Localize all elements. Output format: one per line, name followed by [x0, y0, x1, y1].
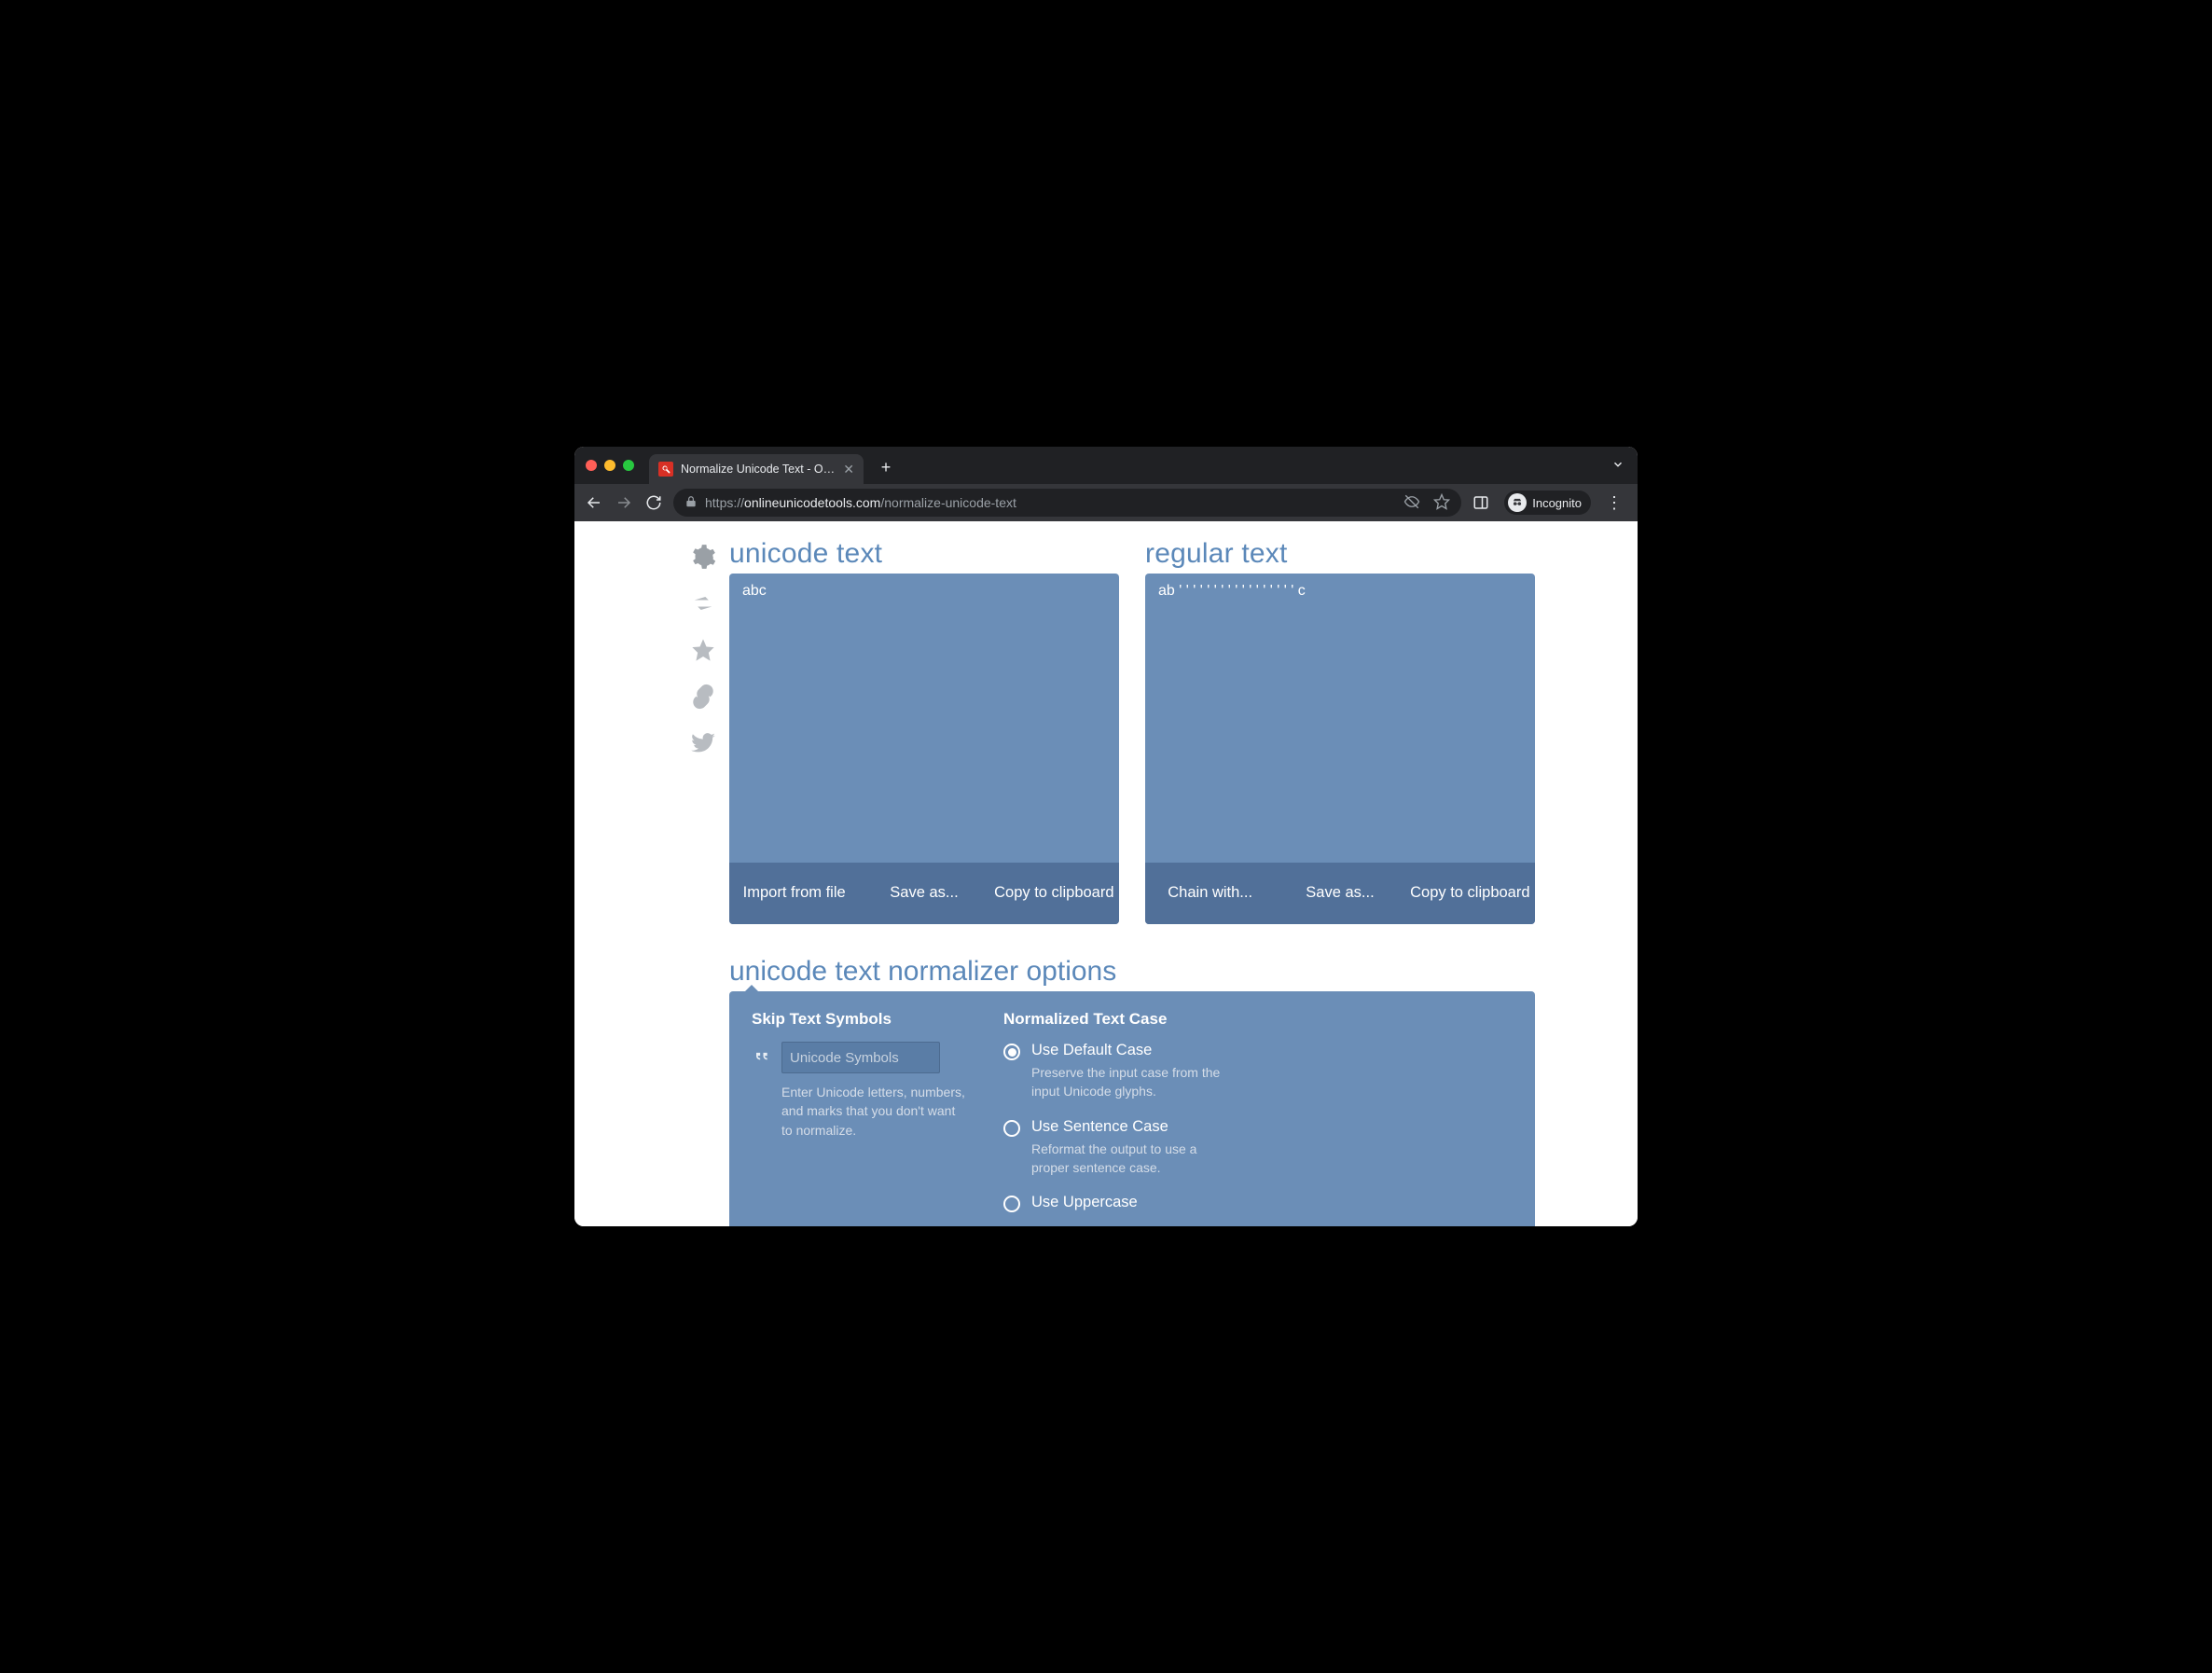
skip-symbols-input[interactable] [781, 1042, 940, 1073]
close-window-button[interactable] [586, 460, 597, 471]
output-panel-block: regular text ab ' ' ' ' ' ' ' ' ' ' ' ' … [1145, 538, 1535, 924]
radio-uppercase[interactable]: Use Uppercase [1003, 1194, 1513, 1212]
incognito-badge[interactable]: Incognito [1504, 491, 1591, 515]
output-panel: ab ' ' ' ' ' ' ' ' ' ' ' ' ' ' ' ' ' c C… [1145, 574, 1535, 924]
panel-icon[interactable] [1471, 492, 1491, 513]
window-controls [586, 460, 634, 471]
skip-description: Enter Unicode letters, numbers, and mark… [781, 1083, 966, 1140]
radio-label: Use Default Case [1031, 1042, 1227, 1059]
star-icon[interactable] [1433, 493, 1450, 513]
url-text: https://onlineunicodetools.com/normalize… [705, 495, 1016, 510]
radio-default-case[interactable]: Use Default Case Preserve the input case… [1003, 1042, 1513, 1101]
forward-button[interactable] [614, 492, 634, 513]
chain-with-button[interactable]: Chain with... [1145, 863, 1275, 924]
copy-to-clipboard-button[interactable]: Copy to clipboard [1405, 863, 1535, 924]
radio-description: Reformat the output to use a proper sent… [1031, 1140, 1227, 1178]
browser-toolbar: https://onlineunicodetools.com/normalize… [574, 484, 1638, 521]
output-actions: Chain with... Save as... Copy to clipboa… [1145, 863, 1535, 924]
input-textarea[interactable]: abc [729, 574, 1119, 863]
radio-label: Use Uppercase [1031, 1194, 1138, 1211]
minimize-window-button[interactable] [604, 460, 615, 471]
address-bar[interactable]: https://onlineunicodetools.com/normalize… [673, 489, 1461, 517]
output-textarea[interactable]: ab ' ' ' ' ' ' ' ' ' ' ' ' ' ' ' ' ' c [1145, 574, 1535, 863]
close-tab-icon[interactable]: ✕ [843, 462, 854, 477]
output-panel-title: regular text [1145, 538, 1535, 570]
copy-to-clipboard-button[interactable]: Copy to clipboard [989, 863, 1119, 924]
wrench-icon [658, 462, 673, 477]
input-panel-block: unicode text abc Import from file Save a… [729, 538, 1119, 924]
side-toolbar [677, 538, 729, 1226]
star-icon[interactable] [690, 637, 716, 663]
options-panel: Skip Text Symbols Enter Unicode letters,… [729, 991, 1535, 1226]
gear-icon[interactable] [690, 544, 716, 570]
new-tab-button[interactable]: + [873, 454, 899, 480]
options-title: unicode text normalizer options [729, 956, 1535, 988]
radio-label: Use Sentence Case [1031, 1118, 1227, 1136]
incognito-label: Incognito [1532, 496, 1582, 510]
skip-heading: Skip Text Symbols [752, 1010, 966, 1029]
skip-symbols-column: Skip Text Symbols Enter Unicode letters,… [752, 1010, 966, 1212]
eye-off-icon[interactable] [1403, 493, 1420, 513]
swap-icon[interactable] [690, 590, 716, 616]
tab-title: Normalize Unicode Text - Onlin [681, 463, 836, 476]
browser-window: Normalize Unicode Text - Onlin ✕ + https… [574, 447, 1638, 1226]
radio-sentence-case[interactable]: Use Sentence Case Reformat the output to… [1003, 1118, 1513, 1178]
link-icon[interactable] [690, 684, 716, 710]
page-content: unicode text abc Import from file Save a… [574, 521, 1638, 1226]
chevron-down-icon[interactable] [1611, 458, 1624, 476]
reload-button[interactable] [643, 492, 664, 513]
import-from-file-button[interactable]: Import from file [729, 863, 859, 924]
lock-icon [684, 495, 698, 511]
incognito-icon [1508, 493, 1527, 512]
browser-tab[interactable]: Normalize Unicode Text - Onlin ✕ [649, 454, 864, 484]
maximize-window-button[interactable] [623, 460, 634, 471]
save-as-button[interactable]: Save as... [859, 863, 988, 924]
twitter-icon[interactable] [690, 730, 716, 756]
back-button[interactable] [584, 492, 604, 513]
input-actions: Import from file Save as... Copy to clip… [729, 863, 1119, 924]
radio-icon [1003, 1120, 1020, 1137]
radio-description: Preserve the input case from the input U… [1031, 1063, 1227, 1101]
radio-icon [1003, 1196, 1020, 1212]
case-heading: Normalized Text Case [1003, 1010, 1513, 1029]
save-as-button[interactable]: Save as... [1275, 863, 1404, 924]
input-panel-title: unicode text [729, 538, 1119, 570]
case-column: Normalized Text Case Use Default Case Pr… [1003, 1010, 1513, 1212]
kebab-menu-icon[interactable]: ⋮ [1600, 493, 1628, 513]
tab-strip: Normalize Unicode Text - Onlin ✕ + [574, 447, 1638, 484]
radio-icon [1003, 1044, 1020, 1060]
input-panel: abc Import from file Save as... Copy to … [729, 574, 1119, 924]
quote-icon [752, 1047, 772, 1071]
